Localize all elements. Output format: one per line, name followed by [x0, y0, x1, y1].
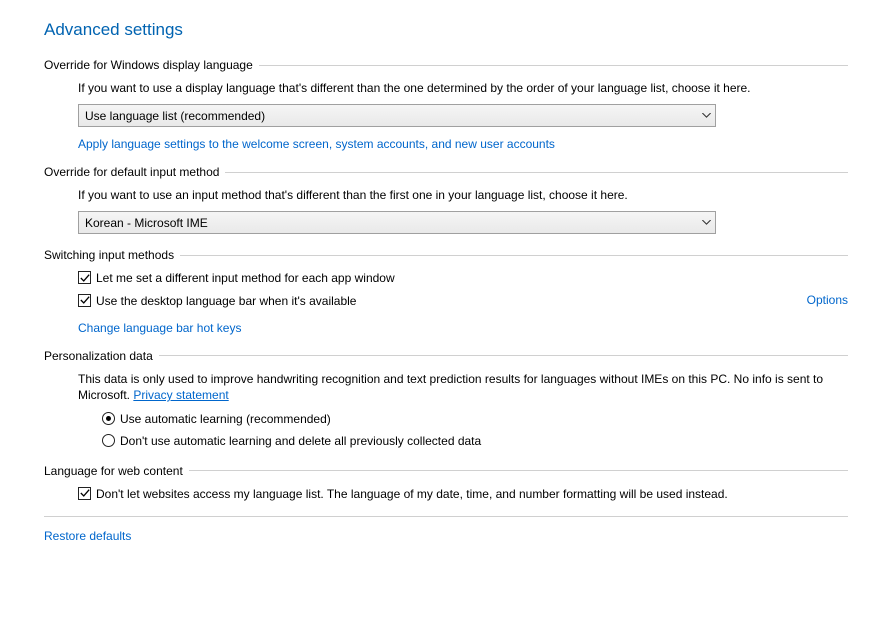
- change-hotkeys-link[interactable]: Change language bar hot keys: [78, 321, 241, 335]
- group-switching-input-methods: Switching input methods Let me set a dif…: [44, 248, 848, 334]
- chevron-down-icon: [697, 105, 715, 126]
- no-automatic-learning-label: Don't use automatic learning and delete …: [120, 433, 848, 449]
- automatic-learning-radio[interactable]: [102, 412, 115, 425]
- check-icon: [80, 488, 90, 498]
- group-heading-web-content: Language for web content: [44, 464, 189, 478]
- display-language-selected: Use language list (recommended): [79, 109, 697, 123]
- page-title: Advanced settings: [44, 20, 848, 40]
- chevron-down-icon: [697, 212, 715, 233]
- group-personalization-data: Personalization data This data is only u…: [44, 349, 848, 450]
- separator-icon: [44, 516, 848, 517]
- input-method-dropdown[interactable]: Korean - Microsoft IME: [78, 211, 716, 234]
- group-web-content: Language for web content Don't let websi…: [44, 464, 848, 502]
- radio-dot-icon: [106, 416, 111, 421]
- check-icon: [80, 295, 90, 305]
- divider-icon: [180, 255, 848, 256]
- personalization-description: This data is only used to improve handwr…: [78, 371, 848, 403]
- per-app-input-checkbox[interactable]: [78, 271, 91, 284]
- block-website-language-label: Don't let websites access my language li…: [96, 486, 848, 502]
- automatic-learning-label: Use automatic learning (recommended): [120, 411, 848, 427]
- divider-icon: [189, 470, 848, 471]
- restore-defaults-link[interactable]: Restore defaults: [44, 529, 131, 543]
- group-heading-personalization: Personalization data: [44, 349, 159, 363]
- desktop-language-bar-checkbox[interactable]: [78, 294, 91, 307]
- check-icon: [80, 273, 90, 283]
- privacy-statement-link[interactable]: Privacy statement: [133, 388, 228, 402]
- block-website-language-checkbox[interactable]: [78, 487, 91, 500]
- per-app-input-label: Let me set a different input method for …: [96, 270, 848, 286]
- divider-icon: [225, 172, 848, 173]
- group-override-display-language: Override for Windows display language If…: [44, 58, 848, 151]
- group-override-input-method: Override for default input method If you…: [44, 165, 848, 234]
- apply-language-settings-link[interactable]: Apply language settings to the welcome s…: [78, 137, 555, 151]
- input-method-description: If you want to use an input method that'…: [78, 187, 848, 203]
- desktop-language-bar-label: Use the desktop language bar when it's a…: [96, 293, 787, 309]
- language-bar-options-link[interactable]: Options: [807, 293, 848, 307]
- display-language-description: If you want to use a display language th…: [78, 80, 848, 96]
- divider-icon: [259, 65, 848, 66]
- group-heading-display-language: Override for Windows display language: [44, 58, 259, 72]
- display-language-dropdown[interactable]: Use language list (recommended): [78, 104, 716, 127]
- no-automatic-learning-radio[interactable]: [102, 434, 115, 447]
- divider-icon: [159, 355, 848, 356]
- input-method-selected: Korean - Microsoft IME: [79, 216, 697, 230]
- group-heading-switching: Switching input methods: [44, 248, 180, 262]
- group-heading-input-method: Override for default input method: [44, 165, 225, 179]
